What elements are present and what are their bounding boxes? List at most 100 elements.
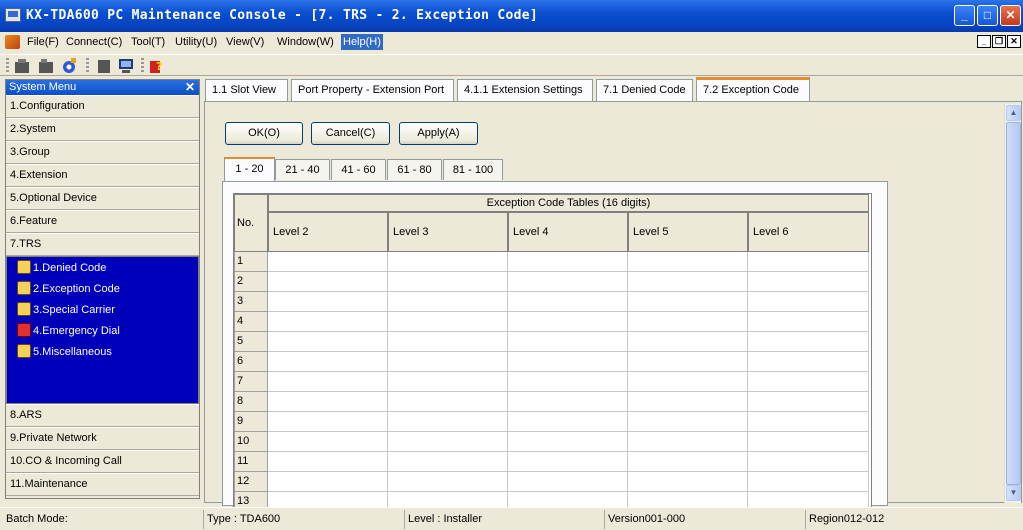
code-cell-level-4[interactable] bbox=[508, 432, 628, 452]
code-cell-level-2[interactable] bbox=[268, 252, 388, 272]
code-cell-level-4[interactable] bbox=[508, 372, 628, 392]
code-cell-level-2[interactable] bbox=[268, 472, 388, 492]
sidebar-item-feature[interactable]: 6.Feature bbox=[6, 210, 199, 233]
code-cell-level-3[interactable] bbox=[388, 412, 508, 432]
scroll-thumb[interactable] bbox=[1006, 122, 1021, 485]
code-cell-level-4[interactable] bbox=[508, 312, 628, 332]
code-cell-level-5[interactable] bbox=[628, 272, 748, 292]
code-cell-level-5[interactable] bbox=[628, 452, 748, 472]
cancel-button[interactable]: Cancel(C) bbox=[311, 122, 390, 145]
scroll-down-icon[interactable]: ▼ bbox=[1006, 485, 1021, 501]
apply-button[interactable]: Apply(A) bbox=[399, 122, 478, 145]
code-cell-level-3[interactable] bbox=[388, 392, 508, 412]
code-cell-level-2[interactable] bbox=[268, 312, 388, 332]
code-cell-level-3[interactable] bbox=[388, 332, 508, 352]
code-cell-level-6[interactable] bbox=[748, 352, 869, 372]
code-cell-level-6[interactable] bbox=[748, 312, 869, 332]
code-cell-level-5[interactable] bbox=[628, 292, 748, 312]
submenu-item-denied-code[interactable]: 1.Denied Code bbox=[7, 258, 198, 279]
code-cell-level-6[interactable] bbox=[748, 332, 869, 352]
code-cell-level-5[interactable] bbox=[628, 312, 748, 332]
code-cell-level-6[interactable] bbox=[748, 472, 869, 492]
code-cell-level-2[interactable] bbox=[268, 392, 388, 412]
mdi-restore-button[interactable]: ❐ bbox=[992, 35, 1006, 48]
code-cell-level-2[interactable] bbox=[268, 332, 388, 352]
module-icon[interactable] bbox=[96, 58, 112, 74]
code-cell-level-5[interactable] bbox=[628, 252, 748, 272]
code-cell-level-6[interactable] bbox=[748, 272, 869, 292]
menu-window[interactable]: Window(W) bbox=[275, 34, 336, 50]
menu-utility[interactable]: Utility(U) bbox=[173, 34, 219, 50]
code-cell-level-4[interactable] bbox=[508, 352, 628, 372]
code-cell-level-4[interactable] bbox=[508, 412, 628, 432]
tab-exception-code[interactable]: 7.2 Exception Code bbox=[696, 77, 810, 102]
code-cell-level-6[interactable] bbox=[748, 452, 869, 472]
menu-help[interactable]: Help(H) bbox=[341, 34, 383, 50]
tab-slot-view[interactable]: 1.1 Slot View bbox=[205, 79, 288, 101]
tab-extension-settings[interactable]: 4.1.1 Extension Settings bbox=[457, 79, 593, 101]
sidebar-item-maintenance[interactable]: 11.Maintenance bbox=[6, 473, 199, 496]
submenu-item-exception-code[interactable]: 2.Exception Code bbox=[7, 279, 198, 300]
monitor-icon[interactable] bbox=[118, 58, 134, 74]
pc-connect-icon[interactable] bbox=[14, 58, 30, 74]
help-icon[interactable]: ? bbox=[149, 58, 165, 74]
code-cell-level-6[interactable] bbox=[748, 292, 869, 312]
menu-tool[interactable]: Tool(T) bbox=[129, 34, 167, 50]
code-cell-level-2[interactable] bbox=[268, 272, 388, 292]
range-tab-61-80[interactable]: 61 - 80 bbox=[387, 159, 442, 180]
code-cell-level-4[interactable] bbox=[508, 392, 628, 412]
code-cell-level-2[interactable] bbox=[268, 452, 388, 472]
code-cell-level-4[interactable] bbox=[508, 472, 628, 492]
mdi-close-button[interactable]: ✕ bbox=[1007, 35, 1021, 48]
code-cell-level-4[interactable] bbox=[508, 252, 628, 272]
sidebar-item-optional-device[interactable]: 5.Optional Device bbox=[6, 187, 199, 210]
code-cell-level-3[interactable] bbox=[388, 352, 508, 372]
settings-gear-icon[interactable] bbox=[61, 58, 77, 74]
close-button[interactable]: ✕ bbox=[1000, 5, 1021, 26]
code-cell-level-5[interactable] bbox=[628, 372, 748, 392]
code-cell-level-2[interactable] bbox=[268, 412, 388, 432]
menu-connect[interactable]: Connect(C) bbox=[64, 34, 124, 50]
code-cell-level-6[interactable] bbox=[748, 432, 869, 452]
code-cell-level-2[interactable] bbox=[268, 292, 388, 312]
code-cell-level-5[interactable] bbox=[628, 472, 748, 492]
mdi-minimize-button[interactable]: _ bbox=[977, 35, 991, 48]
menu-file[interactable]: File(F) bbox=[25, 34, 61, 50]
code-cell-level-3[interactable] bbox=[388, 472, 508, 492]
code-cell-level-2[interactable] bbox=[268, 372, 388, 392]
range-tab-41-60[interactable]: 41 - 60 bbox=[331, 159, 386, 180]
scroll-up-icon[interactable]: ▲ bbox=[1006, 105, 1021, 121]
code-cell-level-6[interactable] bbox=[748, 412, 869, 432]
code-cell-level-3[interactable] bbox=[388, 432, 508, 452]
disconnect-icon[interactable] bbox=[38, 58, 54, 74]
tab-port-property[interactable]: Port Property - Extension Port bbox=[291, 79, 454, 101]
sidebar-item-ars[interactable]: 8.ARS bbox=[6, 404, 199, 427]
code-cell-level-6[interactable] bbox=[748, 372, 869, 392]
submenu-item-miscellaneous[interactable]: 5.Miscellaneous bbox=[7, 342, 198, 363]
sidebar-item-group[interactable]: 3.Group bbox=[6, 141, 199, 164]
code-cell-level-3[interactable] bbox=[388, 252, 508, 272]
minimize-button[interactable]: _ bbox=[954, 5, 975, 26]
code-cell-level-5[interactable] bbox=[628, 392, 748, 412]
vertical-scrollbar[interactable]: ▲ ▼ bbox=[1004, 104, 1021, 503]
code-cell-level-5[interactable] bbox=[628, 352, 748, 372]
code-cell-level-2[interactable] bbox=[268, 432, 388, 452]
code-cell-level-5[interactable] bbox=[628, 332, 748, 352]
code-cell-level-5[interactable] bbox=[628, 412, 748, 432]
code-cell-level-4[interactable] bbox=[508, 452, 628, 472]
code-cell-level-6[interactable] bbox=[748, 252, 869, 272]
range-tab-21-40[interactable]: 21 - 40 bbox=[275, 159, 330, 180]
tab-denied-code[interactable]: 7.1 Denied Code bbox=[596, 79, 693, 101]
range-tab-1-20[interactable]: 1 - 20 bbox=[224, 157, 275, 182]
ok-button[interactable]: OK(O) bbox=[225, 122, 303, 145]
code-cell-level-4[interactable] bbox=[508, 292, 628, 312]
code-cell-level-3[interactable] bbox=[388, 292, 508, 312]
sidebar-item-private-network[interactable]: 9.Private Network bbox=[6, 427, 199, 450]
code-cell-level-3[interactable] bbox=[388, 452, 508, 472]
sidebar-item-trs[interactable]: 7.TRS bbox=[6, 233, 199, 256]
code-cell-level-3[interactable] bbox=[388, 312, 508, 332]
code-cell-level-4[interactable] bbox=[508, 272, 628, 292]
maximize-button[interactable]: □ bbox=[977, 5, 998, 26]
sidebar-item-system[interactable]: 2.System bbox=[6, 118, 199, 141]
code-cell-level-2[interactable] bbox=[268, 352, 388, 372]
